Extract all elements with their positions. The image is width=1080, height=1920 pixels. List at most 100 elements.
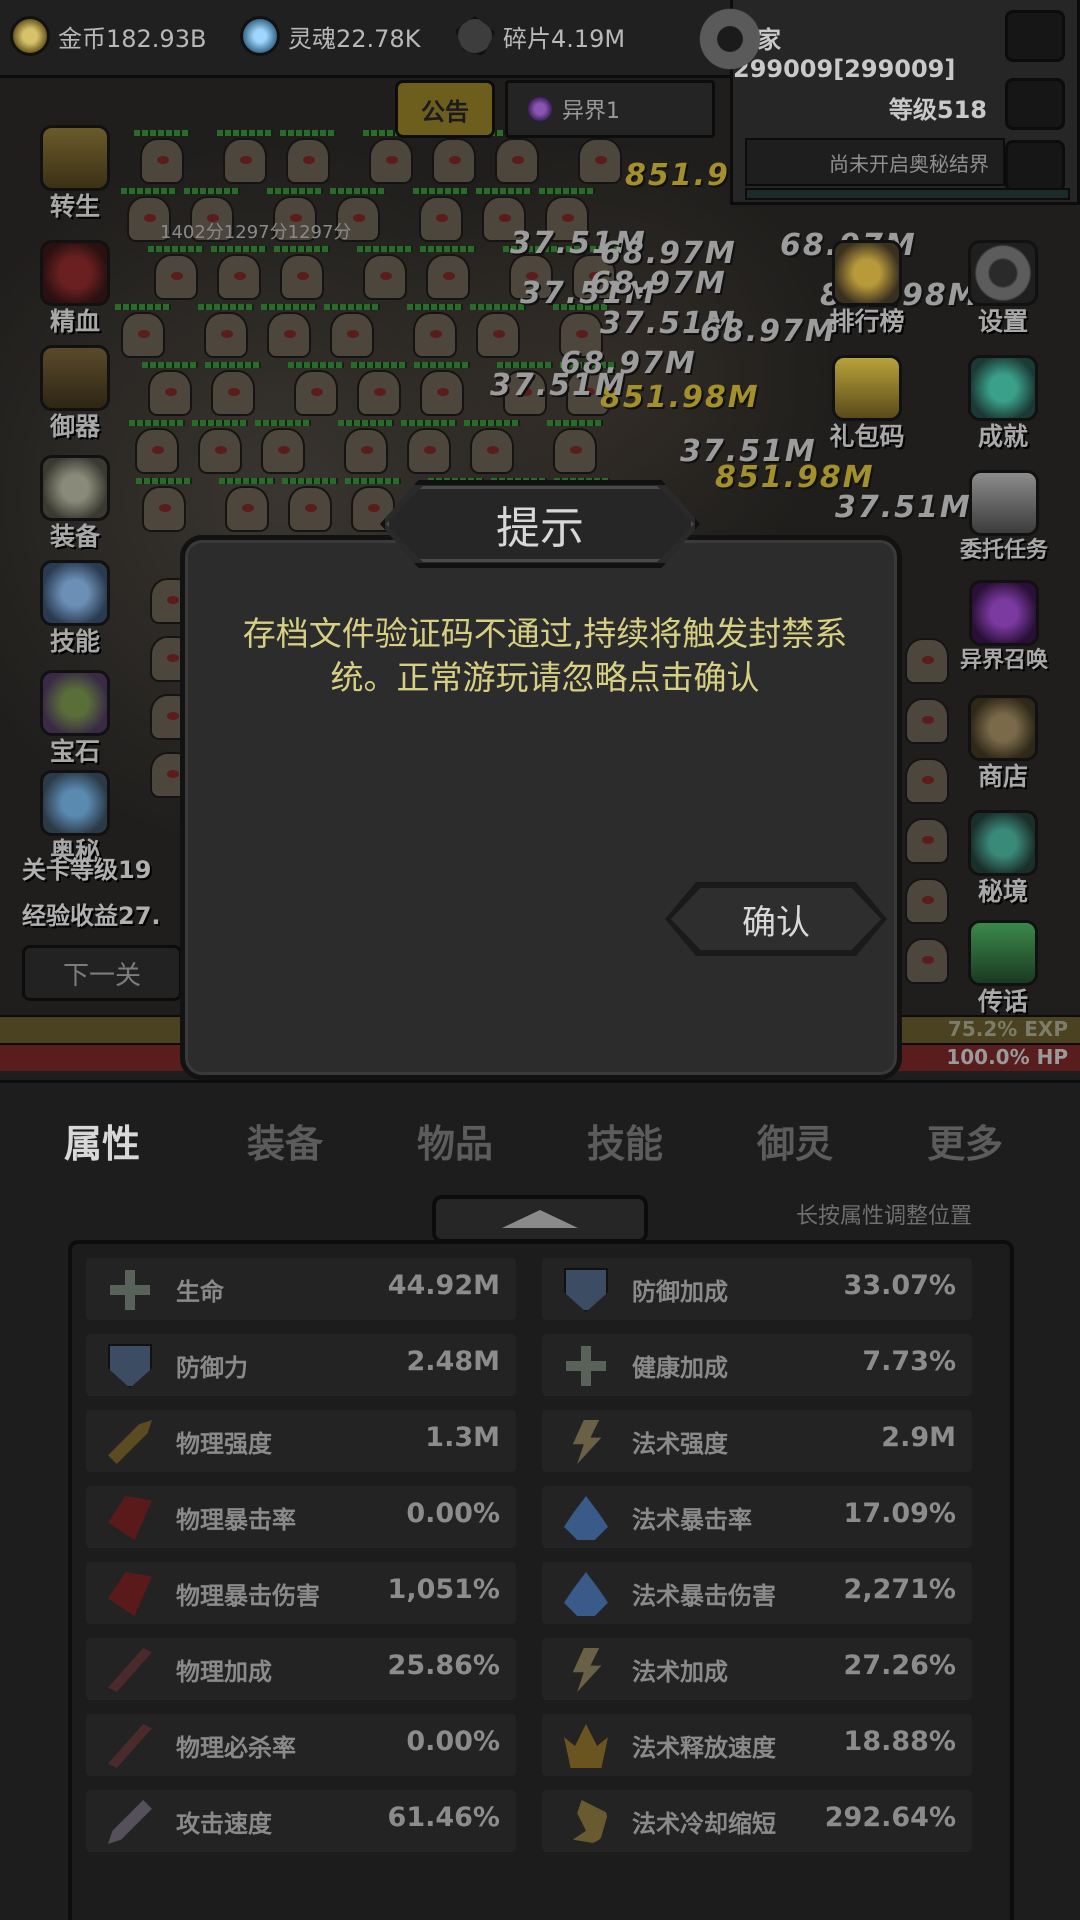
soul-amount: 灵魂22.78K: [288, 24, 421, 53]
menu-label: 成就: [977, 422, 1028, 451]
cross-icon: [40, 125, 110, 191]
attribute-name: 防御力: [176, 1354, 248, 1382]
player-level: 等级518: [888, 96, 987, 124]
attribute-value: 44.92M: [387, 1270, 500, 1301]
confirm-button[interactable]: 确认: [665, 882, 887, 956]
attribute-name: 健康加成: [632, 1354, 728, 1382]
green-portal-icon: [968, 810, 1038, 876]
player-avatar[interactable]: [1005, 10, 1065, 62]
realm-selector[interactable]: 异界1: [505, 80, 715, 138]
attribute-value: 2,271%: [843, 1574, 956, 1605]
attribute-row[interactable]: 法术暴击率 17.09%: [542, 1486, 972, 1548]
menu-equipment[interactable]: 装备: [20, 455, 130, 553]
attribute-row[interactable]: 健康加成 7.73%: [542, 1334, 972, 1396]
menu-gem[interactable]: 宝石: [20, 670, 130, 768]
tab-spirits[interactable]: 御灵: [715, 1105, 875, 1175]
menu-commission[interactable]: 委托任务: [940, 470, 1068, 564]
attribute-row[interactable]: 物理加成 25.86%: [86, 1638, 516, 1700]
attribute-value: 33.07%: [843, 1270, 956, 1301]
monster-health-bar: [280, 130, 336, 136]
menu-label: 委托任务: [959, 538, 1048, 563]
dialog-message: 存档文件验证码不通过,持续将触发封禁系统。正常游玩请忽略点击确认: [242, 614, 848, 697]
attribute-row[interactable]: 生命 44.92M: [86, 1258, 516, 1320]
menu-gift-code[interactable]: 礼包码: [812, 355, 922, 453]
next-stage-button[interactable]: 下一关: [22, 945, 182, 1001]
monster-health-bar: [351, 362, 407, 368]
soul-counter: 灵魂22.78K: [240, 12, 420, 60]
damage-number: 68.97M: [590, 266, 727, 301]
tab-equipment[interactable]: 装备: [205, 1105, 365, 1175]
fragment-amount: 碎片4.19M: [503, 24, 626, 53]
attribute-row[interactable]: 物理必杀率 0.00%: [86, 1714, 516, 1776]
tab-more[interactable]: 更多: [885, 1105, 1045, 1175]
hp-text: 100.0% HP: [946, 1045, 1068, 1069]
tab-items[interactable]: 物品: [375, 1105, 535, 1175]
menu-leaderboard[interactable]: 排行榜: [812, 240, 922, 338]
menu-label: 异界召唤: [959, 648, 1048, 673]
attribute-row[interactable]: 防御加成 33.07%: [542, 1258, 972, 1320]
attribute-row[interactable]: 法术暴击伤害 2,271%: [542, 1562, 972, 1624]
notice-button[interactable]: 公告: [395, 80, 495, 138]
monster-health-bar: [413, 188, 469, 194]
attribute-name: 物理暴击伤害: [176, 1582, 320, 1610]
monster-sprite: [154, 254, 198, 300]
attribute-row[interactable]: 法术释放速度 18.88%: [542, 1714, 972, 1776]
player-name: 玩家299009[299009]: [733, 26, 956, 83]
monster-sprite: [294, 370, 338, 416]
damage-number: 37.51M: [680, 434, 817, 469]
attribute-row[interactable]: 法术冷却缩短 292.64%: [542, 1790, 972, 1852]
monster-sprite: [476, 312, 520, 358]
monster-sprite: [420, 370, 464, 416]
fragment-icon: [455, 16, 495, 56]
monster-health-bar: [274, 246, 330, 252]
tab-attributes[interactable]: 属性: [22, 1105, 182, 1175]
tab-skills[interactable]: 技能: [545, 1105, 705, 1175]
menu-achievement[interactable]: 成就: [948, 355, 1058, 453]
attribute-value: 2.48M: [406, 1346, 501, 1377]
player-panel[interactable]: 玩家299009[299009] 等级518 尚未开启奥秘结界: [730, 0, 1080, 205]
menu-shop[interactable]: 商店: [948, 695, 1058, 793]
monster-sprite: [286, 138, 330, 184]
crown-icon[interactable]: [1005, 78, 1065, 130]
attribute-value: 2.9M: [881, 1422, 956, 1453]
menu-skill[interactable]: 技能: [20, 560, 130, 658]
monster-health-bar: [401, 420, 457, 426]
menu-rebirth[interactable]: 转生: [20, 125, 130, 223]
attribute-row[interactable]: 防御力 2.48M: [86, 1334, 516, 1396]
monster-sprite: [578, 138, 622, 184]
gear-icon[interactable]: [695, 4, 765, 74]
attribute-row[interactable]: 攻击速度 61.46%: [86, 1790, 516, 1852]
menu-label: 宝石: [49, 737, 100, 766]
menu-essence[interactable]: 精血: [20, 240, 130, 338]
attribute-row[interactable]: 法术强度 2.9M: [542, 1410, 972, 1472]
monster-sprite: [211, 370, 255, 416]
menu-message[interactable]: 传话: [948, 920, 1058, 1018]
damage-number: 37.51M: [490, 368, 627, 403]
crown-icon: [564, 1724, 608, 1768]
menu-secret-realm[interactable]: 秘境: [948, 810, 1058, 908]
attribute-value: 0.00%: [406, 1498, 500, 1529]
gold-coin-icon: [10, 16, 50, 56]
shield-icon: [564, 1268, 608, 1312]
timer-text: 1402分1297分1297分: [160, 222, 352, 243]
swirl-icon[interactable]: [1005, 140, 1065, 192]
attribute-row[interactable]: 物理暴击伤害 1,051%: [86, 1562, 516, 1624]
attribute-value: 7.73%: [862, 1346, 956, 1377]
soul-icon: [240, 16, 280, 56]
monster-sprite: [905, 878, 949, 924]
monster-sprite: [204, 312, 248, 358]
portal-icon: [528, 97, 552, 121]
monster-health-bar: [476, 188, 532, 194]
shop-bag-icon: [968, 695, 1038, 761]
attribute-row[interactable]: 法术加成 27.26%: [542, 1638, 972, 1700]
attribute-value: 0.00%: [406, 1726, 500, 1757]
attribute-row[interactable]: 物理暴击率 0.00%: [86, 1486, 516, 1548]
menu-summon[interactable]: 异界召唤: [940, 580, 1068, 674]
menu-artifact[interactable]: 御器: [20, 345, 130, 443]
menu-settings[interactable]: 设置: [948, 240, 1058, 338]
attribute-name: 防御加成: [632, 1278, 728, 1306]
monster-health-bar: [184, 188, 240, 194]
collapse-panel-button[interactable]: [432, 1195, 648, 1243]
monster-sprite: [217, 254, 261, 300]
attribute-row[interactable]: 物理强度 1.3M: [86, 1410, 516, 1472]
